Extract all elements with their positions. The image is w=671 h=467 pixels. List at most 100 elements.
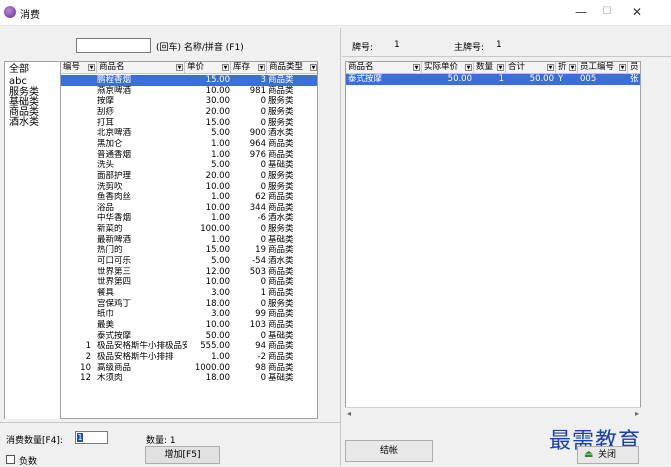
table-row[interactable]: 按摩 30.00 0 服务类 — [61, 96, 317, 107]
chevron-down-icon[interactable]: ▼ — [497, 64, 504, 71]
column-header-stock[interactable]: 库存 ▼ — [231, 62, 267, 74]
column-header-price[interactable]: 单价 ▼ — [185, 62, 231, 74]
order-column-header-name[interactable]: 商品名 ▼ — [346, 62, 422, 74]
product-name-cell: 餐具 — [97, 288, 115, 298]
order-column-header-staff[interactable]: 员 — [628, 62, 640, 74]
chevron-down-icon[interactable]: ▼ — [547, 64, 554, 71]
table-row[interactable]: 餐具 3.00 1 商品类 — [61, 288, 317, 299]
product-stock-cell: 900 — [249, 128, 266, 139]
chevron-down-icon[interactable]: ▼ — [413, 64, 420, 71]
chevron-down-icon[interactable]: ▼ — [465, 64, 472, 71]
product-type-cell: 商品类 — [268, 245, 294, 256]
table-row[interactable]: 10 高级商品 1000.00 98 商品类 — [61, 362, 317, 374]
negative-label: 负数 — [19, 457, 38, 467]
search-input[interactable] — [76, 38, 151, 53]
product-price-cell: 10.00 — [205, 181, 230, 192]
chevron-down-icon[interactable]: ▼ — [258, 64, 265, 71]
order-column-header-unit-price[interactable]: 实际单价 ▼ — [422, 62, 474, 74]
chevron-down-icon[interactable]: ▼ — [176, 64, 183, 71]
table-row[interactable]: 鱼香肉丝 1.00 62 商品类 — [61, 192, 317, 203]
count-value: 1 — [169, 436, 176, 446]
product-name-cell: 纸巾 — [97, 309, 115, 320]
product-price-cell: 1000.00 — [194, 362, 230, 373]
product-table: 编号 ▼ 商品名 ▼ 单价 ▼ 库存 ▼ 商品类型 ▼ 鹏程香烟 15.00 3 商品类 燕京啤酒… — [60, 61, 318, 419]
table-row[interactable]: 洗头 5.00 0 基础类 — [61, 160, 317, 171]
settle-button[interactable]: 结帐 — [345, 440, 433, 462]
order-table: 商品名 ▼ 实际单价 ▼ 数量 ▼ 合计 ▼ 折 ▼ 员工编号 ▼ 员 泰式按摩 50.00… — [345, 61, 641, 419]
close-button[interactable]: ⏏ 关闭 — [577, 446, 639, 464]
table-row[interactable]: 可口可乐 5.00 -54 酒水类 — [61, 256, 317, 267]
product-type-cell: 商品类 — [268, 288, 294, 298]
add-button[interactable]: 增加[F5] — [145, 446, 220, 464]
table-row[interactable]: 洗剪吹 10.00 0 服务类 — [61, 181, 317, 193]
product-price-cell: 5.00 — [211, 256, 230, 267]
table-row[interactable]: 世界第三 12.00 503 商品类 — [61, 266, 317, 278]
product-type-cell: 商品类 — [268, 138, 294, 149]
table-row[interactable]: 世界第四 10.00 0 商品类 — [61, 277, 317, 288]
table-row[interactable]: 黑加仑 1.00 964 商品类 — [61, 138, 317, 150]
product-price-cell: 15.00 — [205, 75, 230, 85]
product-type-cell: 商品类 — [268, 192, 294, 203]
order-column-header-discount[interactable]: 折 ▼ — [556, 62, 578, 74]
table-row[interactable]: 中华香烟 1.00 -6 酒水类 — [61, 213, 317, 224]
chevron-down-icon[interactable]: ▼ — [88, 64, 95, 71]
table-row[interactable]: 12 木须肉 18.00 0 基础类 — [61, 373, 317, 384]
order-row[interactable]: 泰式按摩 50.00 1 50.00 Y 005 张 — [346, 74, 640, 85]
table-row[interactable]: 热门的 15.00 19 商品类 — [61, 245, 317, 256]
chevron-down-icon[interactable]: ▼ — [222, 64, 229, 71]
product-type-cell: 商品类 — [268, 202, 294, 213]
category-item-drinks[interactable]: 酒水类 — [9, 117, 39, 128]
scroll-right-icon[interactable]: ▸ — [635, 409, 639, 418]
chevron-down-icon[interactable]: ▼ — [310, 64, 317, 71]
table-row[interactable]: 最新啤酒 1.00 0 基础类 — [61, 235, 317, 246]
table-row[interactable]: 普通香烟 1.00 976 商品类 — [61, 150, 317, 161]
product-stock-cell: 0 — [260, 298, 266, 309]
table-row[interactable]: 打耳 15.00 0 服务类 — [61, 118, 317, 129]
product-stock-cell: 99 — [255, 309, 266, 320]
table-row[interactable]: 泰式按摩 50.00 0 基础类 — [61, 331, 317, 342]
column-header-id[interactable]: 编号 ▼ — [61, 62, 97, 74]
product-name-cell: 世界第四 — [97, 277, 132, 288]
product-type-cell: 基础类 — [268, 373, 294, 384]
category-item-all[interactable]: 全部 — [9, 64, 29, 75]
table-row[interactable]: 2 极品安格斯牛小排排 1.00 -2 商品类 — [61, 351, 317, 363]
table-row[interactable]: 鹏程香烟 15.00 3 商品类 — [61, 75, 317, 86]
column-header-name[interactable]: 商品名 ▼ — [97, 62, 185, 74]
chevron-down-icon[interactable]: ▼ — [619, 64, 626, 71]
close-window-button[interactable]: ✕ — [626, 4, 648, 20]
product-id-cell: 2 — [85, 351, 91, 362]
horizontal-scrollbar[interactable]: ◂ ▸ — [345, 407, 641, 419]
column-header-type[interactable]: 商品类型 ▼ — [267, 62, 317, 74]
product-price-cell: 15.00 — [205, 245, 230, 256]
order-cell-staff-id: 005 — [580, 74, 597, 84]
product-type-cell: 服务类 — [268, 298, 294, 309]
search-hint: (回车) 名称/拼音 (F1) — [156, 43, 244, 53]
product-type-cell: 酒水类 — [268, 128, 294, 139]
order-column-header-staff-id[interactable]: 员工编号 ▼ — [578, 62, 628, 74]
table-row[interactable]: 面部护理 20.00 0 服务类 — [61, 171, 317, 182]
product-type-cell: 商品类 — [268, 362, 294, 373]
order-column-header-total[interactable]: 合计 ▼ — [506, 62, 556, 74]
scroll-left-icon[interactable]: ◂ — [347, 409, 351, 418]
table-row[interactable]: 浴品 10.00 344 商品类 — [61, 202, 317, 214]
table-row[interactable]: 燕京啤酒 10.00 981 商品类 — [61, 86, 317, 97]
table-row[interactable]: 北京啤酒 5.00 900 酒水类 — [61, 128, 317, 139]
table-row[interactable]: 最美 10.00 103 商品类 — [61, 320, 317, 331]
table-row[interactable]: 1 极品安格斯牛小排极品安格 555.00 94商品类 — [61, 341, 317, 352]
chevron-down-icon[interactable]: ▼ — [569, 64, 576, 71]
table-row[interactable]: 刮痧 20.00 0 服务类 — [61, 107, 317, 118]
product-stock-cell: 344 — [249, 202, 266, 213]
product-stock-cell: 503 — [249, 266, 266, 277]
table-row[interactable]: 宫保鸡丁 18.00 0 服务类 — [61, 298, 317, 310]
table-row[interactable]: 纸巾 3.00 99 商品类 — [61, 309, 317, 320]
product-name-cell: 北京啤酒 — [97, 128, 132, 139]
order-column-header-qty[interactable]: 数量 ▼ — [474, 62, 506, 74]
category-item-abc[interactable]: abc — [9, 76, 27, 87]
maximize-button[interactable]: ☐ — [596, 4, 618, 20]
product-price-cell: 3.00 — [211, 309, 230, 320]
table-row[interactable]: 新菜的 100.00 0 服务类 — [61, 224, 317, 235]
minimize-button[interactable]: — — [570, 4, 592, 20]
negative-checkbox[interactable] — [6, 455, 15, 464]
product-name-cell: 新菜的 — [97, 224, 123, 235]
product-type-cell: 商品类 — [268, 277, 294, 288]
